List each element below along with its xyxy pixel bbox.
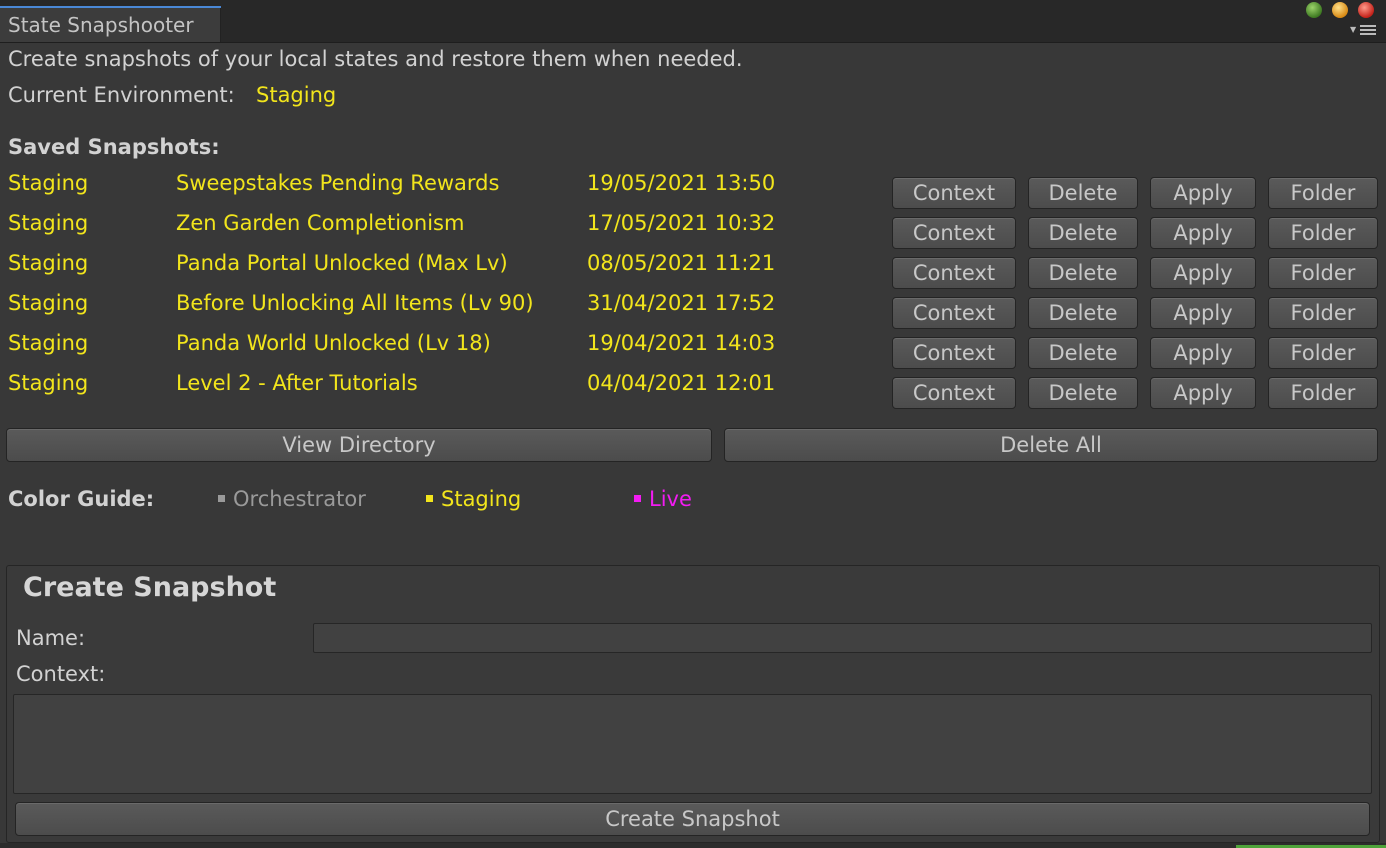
legend-staging-label: Staging	[441, 487, 522, 511]
snapshot-env: Staging	[8, 171, 89, 195]
snapshot-name: Sweepstakes Pending Rewards	[176, 171, 500, 195]
context-menu-icon[interactable]: ▼	[1350, 22, 1380, 36]
apply-button[interactable]: Apply	[1150, 297, 1256, 329]
maximize-button[interactable]	[1306, 2, 1322, 18]
context-button[interactable]: Context	[892, 257, 1016, 289]
context-button[interactable]: Context	[892, 177, 1016, 209]
close-button[interactable]	[1358, 2, 1374, 18]
staging-color-swatch	[426, 494, 433, 502]
delete-button[interactable]: Delete	[1028, 377, 1138, 409]
apply-button[interactable]: Apply	[1150, 217, 1256, 249]
snapshot-env: Staging	[8, 251, 89, 275]
legend-orchestrator-label: Orchestrator	[233, 487, 366, 511]
delete-button[interactable]: Delete	[1028, 217, 1138, 249]
folder-button[interactable]: Folder	[1268, 337, 1378, 369]
description-text: Create snapshots of your local states an…	[8, 47, 743, 71]
context-button[interactable]: Context	[892, 377, 1016, 409]
snapshot-row: Staging Sweepstakes Pending Rewards 19/0…	[0, 171, 1386, 211]
apply-button[interactable]: Apply	[1150, 177, 1256, 209]
snapshot-row: Staging Panda Portal Unlocked (Max Lv) 0…	[0, 251, 1386, 291]
tab-active-indicator	[0, 6, 221, 8]
apply-button[interactable]: Apply	[1150, 377, 1256, 409]
snapshot-date: 17/05/2021 10:32	[587, 211, 776, 235]
legend-orchestrator: Orchestrator	[218, 487, 366, 511]
context-label: Context:	[16, 662, 106, 686]
snapshot-date: 19/04/2021 14:03	[587, 331, 776, 355]
snapshot-date: 04/04/2021 12:01	[587, 371, 776, 395]
folder-button[interactable]: Folder	[1268, 177, 1378, 209]
snapshot-row: Staging Level 2 - After Tutorials 04/04/…	[0, 371, 1386, 411]
create-snapshot-panel: Create Snapshot Name: Context: Create Sn…	[6, 565, 1380, 843]
tab-state-snapshooter[interactable]: State Snapshooter	[0, 6, 221, 42]
snapshot-env: Staging	[8, 331, 89, 355]
delete-all-button[interactable]: Delete All	[724, 428, 1378, 462]
context-button[interactable]: Context	[892, 337, 1016, 369]
snapshot-row: Staging Before Unlocking All Items (Lv 9…	[0, 291, 1386, 331]
folder-button[interactable]: Folder	[1268, 377, 1378, 409]
orchestrator-color-swatch	[218, 494, 225, 502]
delete-button[interactable]: Delete	[1028, 337, 1138, 369]
name-label: Name:	[16, 626, 86, 650]
snapshot-env: Staging	[8, 291, 89, 315]
delete-button[interactable]: Delete	[1028, 177, 1138, 209]
snapshot-date: 31/04/2021 17:52	[587, 291, 776, 315]
current-environment-value: Staging	[256, 83, 337, 107]
color-guide-label: Color Guide:	[8, 487, 155, 511]
folder-button[interactable]: Folder	[1268, 257, 1378, 289]
snapshot-name: Zen Garden Completionism	[176, 211, 465, 235]
snapshot-name: Before Unlocking All Items (Lv 90)	[176, 291, 534, 315]
apply-button[interactable]: Apply	[1150, 337, 1256, 369]
delete-button[interactable]: Delete	[1028, 297, 1138, 329]
legend-live-label: Live	[649, 487, 692, 511]
name-input[interactable]	[313, 623, 1372, 653]
window-tab-bar: State Snapshooter ▼	[0, 0, 1386, 43]
minimize-button[interactable]	[1332, 2, 1348, 18]
apply-button[interactable]: Apply	[1150, 257, 1256, 289]
snapshot-name: Panda Portal Unlocked (Max Lv)	[176, 251, 508, 275]
folder-button[interactable]: Folder	[1268, 297, 1378, 329]
create-snapshot-button[interactable]: Create Snapshot	[15, 802, 1370, 836]
view-directory-button[interactable]: View Directory	[6, 428, 712, 462]
snapshot-env: Staging	[8, 371, 89, 395]
live-color-swatch	[634, 494, 641, 502]
snapshot-date: 19/05/2021 13:50	[587, 171, 776, 195]
snapshot-row: Staging Zen Garden Completionism 17/05/2…	[0, 211, 1386, 251]
snapshot-row: Staging Panda World Unlocked (Lv 18) 19/…	[0, 331, 1386, 371]
snapshot-name: Level 2 - After Tutorials	[176, 371, 418, 395]
legend-staging: Staging	[426, 487, 521, 511]
delete-button[interactable]: Delete	[1028, 257, 1138, 289]
saved-snapshots-heading: Saved Snapshots:	[8, 135, 220, 159]
folder-button[interactable]: Folder	[1268, 217, 1378, 249]
snapshot-date: 08/05/2021 11:21	[587, 251, 776, 275]
legend-live: Live	[634, 487, 692, 511]
context-textarea[interactable]	[13, 694, 1372, 794]
snapshot-name: Panda World Unlocked (Lv 18)	[176, 331, 491, 355]
bottom-status-strip	[0, 843, 1386, 848]
current-environment-label: Current Environment:	[8, 83, 235, 107]
snapshot-env: Staging	[8, 211, 89, 235]
create-snapshot-title: Create Snapshot	[23, 572, 277, 603]
context-button[interactable]: Context	[892, 217, 1016, 249]
context-button[interactable]: Context	[892, 297, 1016, 329]
